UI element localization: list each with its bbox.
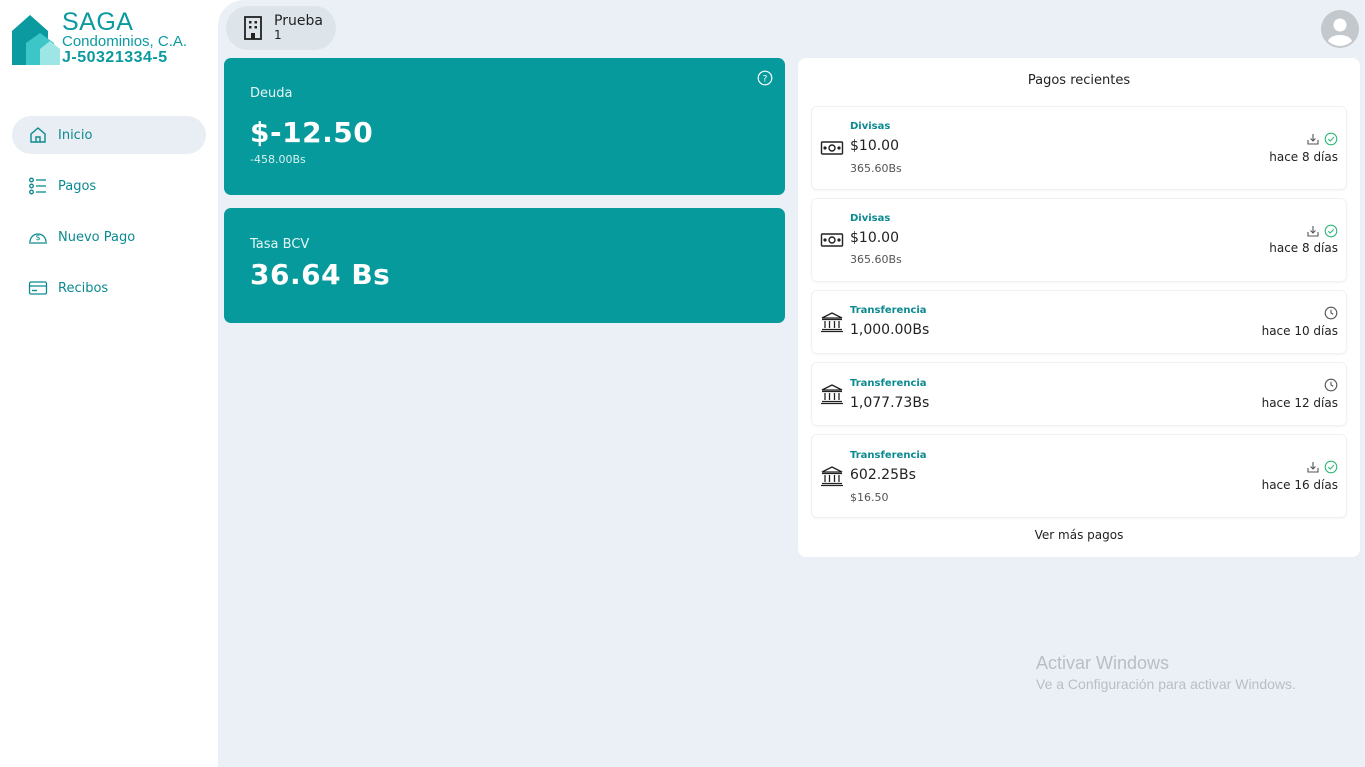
sidebar-item-label: Nuevo Pago xyxy=(58,229,136,245)
payment-amount: 1,000.00Bs xyxy=(850,322,930,338)
payment-item[interactable]: Transferencia 1,000.00Bs hace 10 días xyxy=(811,290,1347,354)
payment-status xyxy=(1324,306,1338,320)
payment-sub-amount: 365.60Bs xyxy=(850,162,902,175)
sidebar-nav: Inicio Pagos $ Nuevo Pago Recibos xyxy=(12,116,206,320)
unit-number: 1 xyxy=(274,28,282,42)
payment-sub-amount: $16.50 xyxy=(850,491,889,504)
cash-icon xyxy=(820,141,844,155)
download-icon[interactable] xyxy=(1306,224,1320,238)
watermark-title: Activar Windows xyxy=(1036,653,1170,673)
bank-icon xyxy=(821,384,843,405)
sidebar: SAGA Condominios, C.A. J-50321334-5 Inic… xyxy=(0,0,218,767)
logo-text: SAGA Condominios, C.A. J-50321334-5 xyxy=(62,10,187,67)
windows-activation-watermark: Activar Windows Ve a Configuración para … xyxy=(1036,652,1296,694)
download-icon[interactable] xyxy=(1306,460,1320,474)
payment-type: Divisas xyxy=(850,121,891,132)
payment-type: Divisas xyxy=(850,213,891,224)
payment-time: hace 8 días xyxy=(1269,241,1338,255)
payment-amount: $10.00 xyxy=(850,138,899,154)
panel-title: Pagos recientes xyxy=(1027,73,1131,88)
check-circle-icon xyxy=(1324,460,1338,474)
check-circle-icon xyxy=(1324,132,1338,146)
card-icon xyxy=(28,281,48,295)
payment-amount: $10.00 xyxy=(850,230,899,246)
list-icon xyxy=(29,177,46,195)
payment-time: hace 10 días xyxy=(1261,324,1338,338)
unit-name: Prueba xyxy=(274,13,323,29)
watermark-sub: Ve a Configuración para activar Windows. xyxy=(1036,676,1296,692)
payment-status xyxy=(1324,378,1338,392)
cash-icon xyxy=(820,233,844,247)
brand-name: SAGA xyxy=(62,8,134,36)
payment-item[interactable]: Divisas $10.00 365.60Bs hace 8 días xyxy=(811,106,1347,190)
svg-text:$: $ xyxy=(35,233,40,242)
rate-card: Tasa BCV 36.64 Bs xyxy=(224,208,785,323)
unit-text: Prueba 1 xyxy=(274,14,323,42)
rate-label: Tasa BCV xyxy=(250,237,310,252)
bank-icon xyxy=(821,466,843,487)
payment-status xyxy=(1306,460,1338,474)
payment-type: Transferencia xyxy=(850,305,927,316)
logo-building-icon xyxy=(12,15,60,65)
brand-rif: J-50321334-5 xyxy=(62,49,168,66)
sidebar-item-label: Recibos xyxy=(58,280,109,296)
clock-icon xyxy=(1324,378,1338,392)
payment-item[interactable]: Transferencia 602.25Bs $16.50 hace 16 dí… xyxy=(811,434,1347,518)
debt-value: $-12.50 xyxy=(250,116,374,149)
payment-time: hace 16 días xyxy=(1261,478,1338,492)
user-circle-icon[interactable] xyxy=(1321,10,1359,48)
payment-amount: 602.25Bs xyxy=(850,467,916,483)
rate-value: 36.64 Bs xyxy=(250,258,391,291)
money-circle-icon: $ xyxy=(29,233,47,244)
clock-icon xyxy=(1324,306,1338,320)
brand-subtitle: Condominios, C.A. xyxy=(62,33,188,50)
sidebar-item-inicio[interactable]: Inicio xyxy=(12,116,206,154)
sidebar-item-nuevo-pago[interactable]: $ Nuevo Pago xyxy=(12,218,206,256)
sidebar-item-label: Pagos xyxy=(58,178,97,194)
debt-card: ? Deuda $-12.50 -458.00Bs xyxy=(224,58,785,195)
payment-item[interactable]: Divisas $10.00 365.60Bs hace 8 días xyxy=(811,198,1347,282)
home-icon xyxy=(30,127,46,143)
debt-label: Deuda xyxy=(250,86,293,101)
payment-status xyxy=(1306,132,1338,146)
payment-type: Transferencia xyxy=(850,378,927,389)
check-circle-icon xyxy=(1324,224,1338,238)
sidebar-item-recibos[interactable]: Recibos xyxy=(12,269,206,307)
payment-status xyxy=(1306,224,1338,238)
payment-type: Transferencia xyxy=(850,450,927,461)
question-circle-icon[interactable]: ? xyxy=(757,70,773,86)
payment-time: hace 12 días xyxy=(1261,396,1338,410)
svg-text:?: ? xyxy=(763,75,768,85)
unit-selector[interactable]: Prueba 1 xyxy=(226,6,336,50)
payment-amount: 1,077.73Bs xyxy=(850,395,930,411)
recent-payments-panel: Pagos recientes Divisas $10.00 365.60Bs … xyxy=(798,58,1360,557)
payment-sub-amount: 365.60Bs xyxy=(850,253,902,266)
logo[interactable]: SAGA Condominios, C.A. J-50321334-5 xyxy=(12,10,212,70)
bank-icon xyxy=(821,312,843,333)
sidebar-item-label: Inicio xyxy=(58,127,93,143)
sidebar-item-pagos[interactable]: Pagos xyxy=(12,167,206,205)
see-more-payments-link[interactable]: Ver más pagos xyxy=(798,528,1360,542)
payment-item[interactable]: Transferencia 1,077.73Bs hace 12 días xyxy=(811,362,1347,426)
debt-sub-value: -458.00Bs xyxy=(250,153,306,166)
building-icon xyxy=(244,16,262,40)
download-icon[interactable] xyxy=(1306,132,1320,146)
payment-time: hace 8 días xyxy=(1269,150,1338,164)
